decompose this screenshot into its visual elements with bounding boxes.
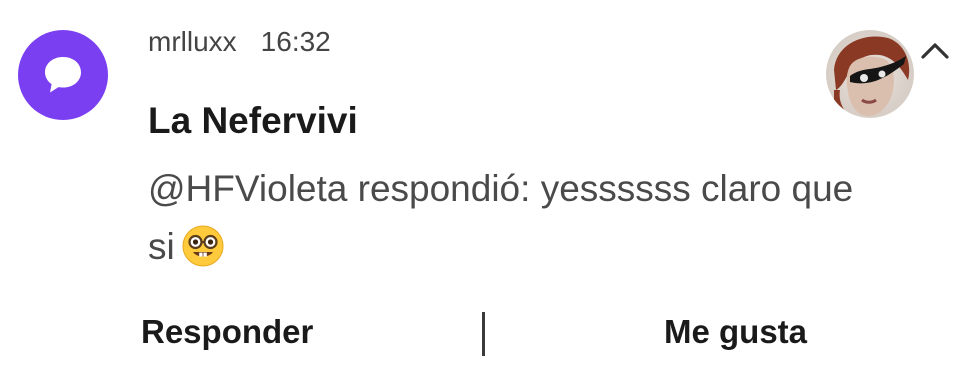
avatar bbox=[826, 30, 914, 118]
like-button[interactable]: Me gusta bbox=[664, 300, 807, 364]
notification-header: mrlluxx 16:32 bbox=[148, 24, 331, 60]
app-name: mrlluxx bbox=[148, 26, 237, 57]
message-text: @HFVioleta respondió: yessssss claro que… bbox=[148, 168, 854, 267]
notification-actions: Responder Me gusta bbox=[0, 300, 978, 364]
chat-bubble-icon bbox=[18, 30, 108, 120]
nerd-face-icon bbox=[181, 224, 225, 285]
notification-message: @HFVioleta respondió: yessssss claro que… bbox=[148, 160, 868, 285]
avatar-image bbox=[826, 30, 914, 118]
chevron-up-icon[interactable] bbox=[916, 32, 954, 70]
actions-divider bbox=[482, 312, 485, 356]
notification-time: 16:32 bbox=[260, 26, 331, 57]
app-icon bbox=[18, 30, 108, 120]
notification-card[interactable]: mrlluxx 16:32 La Nefervivi @HFVioleta re… bbox=[0, 0, 978, 390]
reply-button[interactable]: Responder bbox=[141, 300, 313, 364]
notification-title: La Nefervivi bbox=[148, 100, 358, 141]
